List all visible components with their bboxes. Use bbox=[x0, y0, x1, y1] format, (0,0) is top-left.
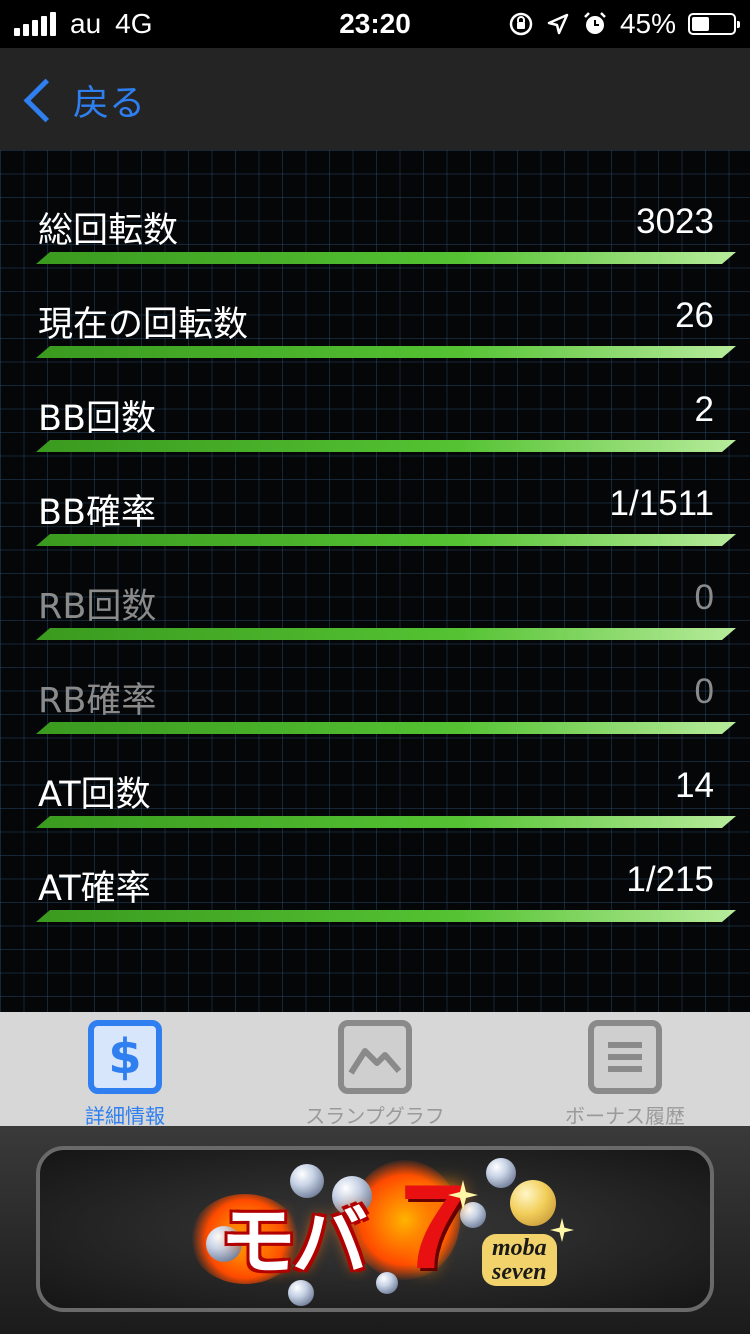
logo-sub-line1: moba bbox=[492, 1235, 547, 1261]
stat-value: 0 bbox=[694, 578, 714, 617]
stat-underline bbox=[36, 346, 736, 358]
stat-row-total-spins: 総回転数 3023 bbox=[36, 202, 736, 272]
stat-row-bb-rate: BB確率 1/1511 bbox=[36, 484, 736, 554]
logo-seven: 7 bbox=[400, 1160, 467, 1294]
stat-label: RB確率 bbox=[38, 681, 157, 721]
stat-label: AT回数 bbox=[38, 775, 151, 815]
stat-row-at-rate: AT確率 1/215 bbox=[36, 860, 736, 930]
stat-value: 14 bbox=[675, 766, 714, 805]
status-bar: au 4G 23:20 45% bbox=[0, 0, 750, 48]
stat-value: 2 bbox=[694, 390, 714, 429]
stat-row-rb-count: RB回数 0 bbox=[36, 578, 736, 648]
stat-row-current-spins: 現在の回転数 26 bbox=[36, 296, 736, 366]
stat-label: RB回数 bbox=[38, 587, 157, 627]
stat-value: 1/215 bbox=[626, 860, 714, 899]
stat-row-rb-rate: RB確率 0 bbox=[36, 672, 736, 742]
tab-label: ボーナス履歴 bbox=[565, 1104, 685, 1128]
stat-underline bbox=[36, 628, 736, 640]
stat-underline bbox=[36, 252, 736, 264]
stat-row-at-count: AT回数 14 bbox=[36, 766, 736, 836]
mobaseven-logo: モバ 7 moba seven bbox=[40, 1150, 718, 1316]
ad-banner[interactable]: モバ 7 moba seven bbox=[36, 1146, 714, 1312]
tab-slump-graph[interactable]: スランプグラフ bbox=[250, 1018, 500, 1128]
logo-sub-line2: seven bbox=[492, 1259, 547, 1285]
bubble-decoration bbox=[486, 1158, 516, 1188]
tab-label: スランプグラフ bbox=[305, 1104, 445, 1128]
tab-bonus-history[interactable]: ボーナス履歴 bbox=[500, 1018, 750, 1128]
bubble-decoration bbox=[376, 1272, 398, 1294]
stat-underline bbox=[36, 534, 736, 546]
sparkle-icon bbox=[550, 1218, 574, 1242]
stat-underline bbox=[36, 722, 736, 734]
list-icon bbox=[588, 1020, 662, 1094]
stat-value: 3023 bbox=[636, 202, 714, 241]
alarm-icon bbox=[584, 12, 606, 34]
back-button[interactable]: 戻る bbox=[18, 74, 145, 126]
stat-underline bbox=[36, 440, 736, 452]
stat-label: 現在の回転数 bbox=[38, 305, 249, 345]
stat-underline bbox=[36, 910, 736, 922]
stat-row-bb-count: BB回数 2 bbox=[36, 390, 736, 460]
list-lines-icon bbox=[608, 1042, 642, 1072]
stat-value: 0 bbox=[694, 672, 714, 711]
status-right: 45% bbox=[508, 8, 740, 40]
stat-label: AT確率 bbox=[38, 869, 151, 909]
rotation-lock-icon bbox=[509, 12, 533, 36]
back-label: 戻る bbox=[73, 83, 146, 124]
logo-subtitle: moba seven bbox=[482, 1234, 557, 1286]
stat-label: 総回転数 bbox=[38, 211, 179, 251]
sparkle-icon bbox=[448, 1180, 478, 1210]
navigation-bar: 戻る bbox=[0, 48, 750, 150]
location-icon bbox=[547, 13, 569, 35]
ad-area: モバ 7 moba seven bbox=[0, 1126, 750, 1334]
tab-bar: $ 詳細情報 スランプグラフ ボーナス履歴 bbox=[0, 1012, 750, 1128]
graph-line-icon bbox=[348, 1048, 402, 1075]
stat-value: 26 bbox=[675, 296, 714, 335]
stats-panel: 総回転数 3023 現在の回転数 26 BB回数 2 BB確率 1/1511 R… bbox=[0, 150, 750, 1012]
stat-label: BB回数 bbox=[38, 399, 157, 439]
battery-percent: 45% bbox=[619, 8, 676, 39]
stat-label: BB確率 bbox=[38, 493, 157, 533]
battery-icon bbox=[688, 13, 740, 35]
stat-value: 1/1511 bbox=[609, 484, 714, 523]
tab-details[interactable]: $ 詳細情報 bbox=[0, 1018, 250, 1128]
dollar-icon: $ bbox=[88, 1020, 162, 1094]
chevron-left-icon bbox=[23, 78, 68, 122]
logo-text: モバ bbox=[220, 1197, 368, 1286]
tab-label: 詳細情報 bbox=[85, 1104, 165, 1128]
graph-icon bbox=[338, 1020, 412, 1094]
stat-underline bbox=[36, 816, 736, 828]
